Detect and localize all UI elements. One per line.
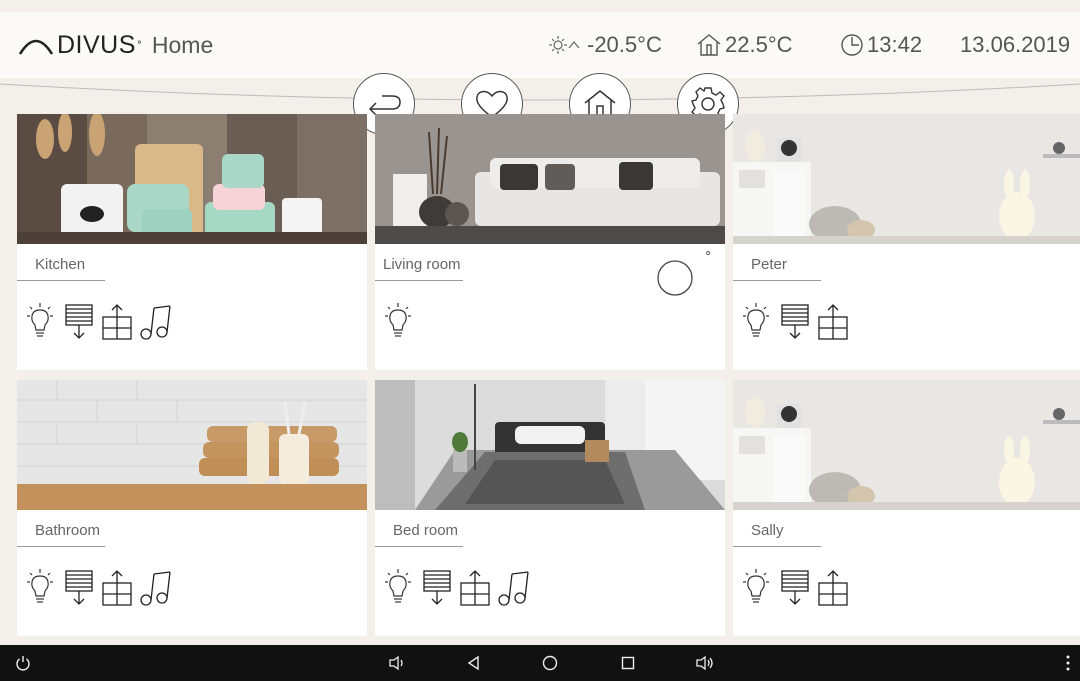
room-tile-bed-room[interactable]: Bed room: [375, 380, 725, 636]
bulb-icon[interactable]: [739, 568, 775, 608]
power-icon: [16, 656, 30, 671]
room-controls: [23, 302, 173, 342]
home-nav-button[interactable]: [540, 653, 560, 673]
volume-down-icon: [389, 655, 403, 671]
outdoor-temperature: -20.5°C: [548, 30, 662, 60]
logo[interactable]: DIVUS ° Home: [18, 30, 213, 60]
page-title: Home: [151, 31, 214, 58]
room-name-underline: [17, 546, 105, 547]
room-name-underline: [733, 546, 821, 547]
room-name: Sally: [751, 522, 784, 539]
volume-up-button[interactable]: [695, 653, 715, 673]
room-controls: [739, 568, 851, 608]
room-tile-kitchen[interactable]: Kitchen: [17, 114, 367, 370]
house-temp-icon: [697, 34, 721, 56]
bulb-icon[interactable]: [739, 302, 775, 342]
room-name: Peter: [751, 256, 787, 273]
time-value: 13:42: [867, 32, 923, 57]
outdoor-temp-value: -20.5°C: [587, 32, 662, 57]
room-name-underline: [375, 546, 463, 547]
recents-square-icon: [621, 656, 635, 670]
blind-down-icon[interactable]: [61, 302, 97, 342]
room-tile-peter[interactable]: Peter: [733, 114, 1080, 370]
thermostat-dial[interactable]: [655, 254, 695, 296]
brand-name: DIVUS: [57, 30, 136, 59]
room-tile-living-room[interactable]: Living room °: [375, 114, 725, 370]
room-name: Bathroom: [35, 522, 101, 539]
home-circle-icon: [542, 655, 558, 671]
room-controls: [739, 302, 851, 342]
window-up-icon[interactable]: [99, 302, 135, 342]
room-tile-sally[interactable]: Sally: [733, 380, 1080, 636]
room-name: Living room: [383, 256, 461, 273]
header-bar: DIVUS ° Home -20.5°C 22.5°C 13:42 13.06.…: [0, 12, 1080, 78]
music-icon[interactable]: [137, 568, 173, 608]
indoor-temperature: 22.5°C: [696, 30, 793, 60]
room-name-underline: [733, 280, 821, 281]
back-triangle-icon: [467, 655, 479, 671]
room-controls: [381, 302, 417, 342]
brand-mark: °: [136, 39, 142, 51]
sally-room-photo: [733, 380, 1080, 510]
weather-icon: [549, 36, 580, 54]
living-room-photo: [375, 114, 725, 244]
room-name-underline: [17, 280, 105, 281]
thermostat-degree: °: [705, 250, 712, 265]
back-nav-button[interactable]: [464, 653, 484, 673]
system-navigation-bar: [0, 645, 1080, 681]
room-name: Kitchen: [35, 256, 86, 273]
logo-arc-icon: [18, 39, 54, 55]
thermostat-icon: [657, 260, 693, 296]
clock-icon: [841, 34, 863, 56]
bulb-icon[interactable]: [23, 568, 59, 608]
kitchen-photo: [17, 114, 367, 244]
window-up-icon[interactable]: [815, 568, 851, 608]
music-icon[interactable]: [495, 568, 531, 608]
room-tile-bathroom[interactable]: Bathroom: [17, 380, 367, 636]
bulb-icon[interactable]: [381, 568, 417, 608]
bathroom-photo: [17, 380, 367, 510]
window-up-icon[interactable]: [457, 568, 493, 608]
volume-up-icon: [696, 655, 713, 671]
menu-dots-icon: [1066, 655, 1070, 671]
room-name: Bed room: [393, 522, 459, 539]
volume-down-button[interactable]: [387, 653, 407, 673]
date: 13.06.2019: [960, 30, 1070, 60]
music-icon[interactable]: [137, 302, 173, 342]
date-value: 13.06.2019: [960, 32, 1071, 57]
peter-room-photo: [733, 114, 1080, 244]
room-name-underline: [375, 280, 463, 281]
overflow-menu-button[interactable]: [1058, 653, 1078, 673]
blind-down-icon[interactable]: [777, 568, 813, 608]
window-up-icon[interactable]: [99, 568, 135, 608]
recents-nav-button[interactable]: [618, 653, 638, 673]
bulb-icon[interactable]: [381, 302, 417, 342]
room-controls: [23, 568, 173, 608]
blind-down-icon[interactable]: [61, 568, 97, 608]
header-curve: [0, 83, 1080, 101]
blind-down-icon[interactable]: [777, 302, 813, 342]
power-button[interactable]: [13, 653, 33, 673]
bulb-icon[interactable]: [23, 302, 59, 342]
room-controls: [381, 568, 531, 608]
indoor-temp-value: 22.5°C: [725, 32, 793, 57]
clock: 13:42: [840, 30, 922, 60]
bed-room-photo: [375, 380, 725, 510]
window-up-icon[interactable]: [815, 302, 851, 342]
blind-down-icon[interactable]: [419, 568, 455, 608]
